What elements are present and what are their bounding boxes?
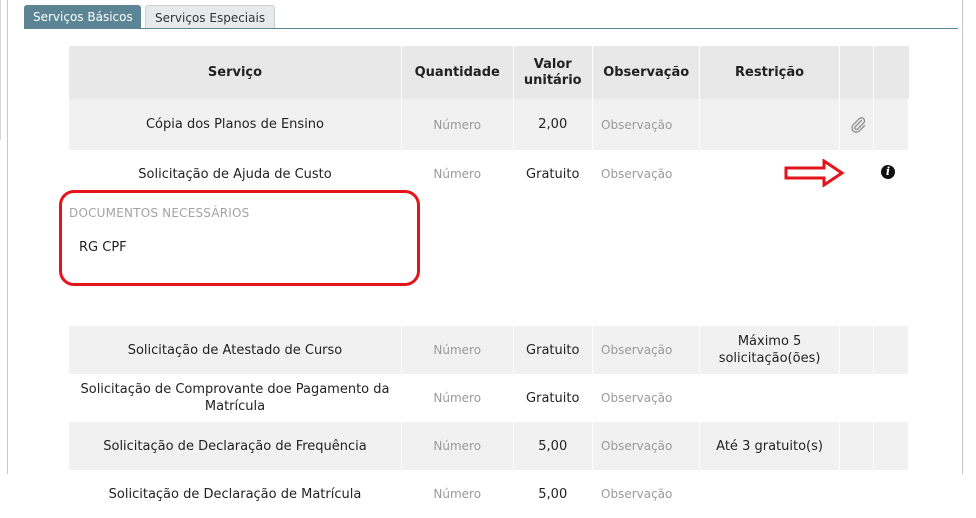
- unit-value: 5,00: [513, 422, 593, 470]
- action-cell: [873, 470, 910, 518]
- quantity-input[interactable]: Número: [401, 99, 514, 150]
- quantity-input[interactable]: Número: [401, 374, 514, 422]
- red-highlight-annotation: [59, 190, 420, 286]
- paperclip-icon[interactable]: [849, 115, 867, 133]
- restriction-line1: Máximo 5: [737, 334, 802, 349]
- unit-value: Gratuito: [513, 150, 593, 198]
- quantity-input[interactable]: Número: [401, 422, 514, 470]
- restriction: Até 3 gratuito(s): [699, 422, 840, 470]
- panel-right-border: [962, 0, 963, 474]
- unit-value: 2,00: [513, 99, 593, 150]
- table-row: Solicitação de Declaração de Frequência …: [69, 422, 910, 470]
- tab-servicos-especiais[interactable]: Serviços Especiais: [145, 5, 275, 29]
- action-cell: [873, 326, 910, 374]
- service-name: Solicitação de Declaração de Matrícula: [69, 470, 402, 518]
- header-servico: Serviço: [69, 46, 402, 99]
- attachment-cell: [839, 422, 874, 470]
- restriction: [699, 470, 840, 518]
- table-row: Cópia dos Planos de Ensino Número 2,00 O…: [69, 99, 910, 150]
- service-name: Solicitação de Declaração de Frequência: [69, 422, 402, 470]
- restriction: [699, 374, 840, 422]
- observation-input[interactable]: Observação: [592, 470, 701, 518]
- action-cell: [873, 374, 910, 422]
- attachment-cell: [839, 326, 874, 374]
- observation-input[interactable]: Observação: [592, 99, 701, 150]
- service-name-line2: Matrícula: [204, 399, 266, 414]
- header-valor-unitario: Valor unitário: [513, 46, 593, 99]
- observation-input[interactable]: Observação: [592, 422, 701, 470]
- panel-left-border: [7, 0, 8, 474]
- tab-underline: [24, 28, 958, 29]
- restriction-line2: solicitação(ões): [718, 351, 821, 366]
- quantity-input[interactable]: Número: [401, 150, 514, 198]
- attachment-cell: [839, 374, 874, 422]
- tab-servicos-basicos[interactable]: Serviços Básicos: [24, 5, 141, 29]
- observation-input[interactable]: Observação: [592, 326, 701, 374]
- service-name: Cópia dos Planos de Ensino: [69, 99, 402, 150]
- red-arrow-annotation: [784, 159, 845, 187]
- unit-value: Gratuito: [513, 374, 593, 422]
- header-observacao: Observação: [592, 46, 701, 99]
- unit-value: Gratuito: [513, 326, 593, 374]
- table-row: Solicitação de Comprovante doe Pagamento…: [69, 374, 910, 422]
- header-restricao: Restrição: [699, 46, 840, 99]
- quantity-input[interactable]: Número: [401, 470, 514, 518]
- table-row: Solicitação de Declaração de Matrícula N…: [69, 470, 910, 518]
- restriction: Máximo 5 solicitação(ões): [699, 326, 840, 374]
- observation-input[interactable]: Observação: [592, 374, 701, 422]
- service-name: Solicitação de Comprovante doe Pagamento…: [69, 374, 402, 422]
- observation-input[interactable]: Observação: [592, 150, 701, 198]
- window-edge: [0, 0, 1, 140]
- service-name-line1: Solicitação de Comprovante doe Pagamento…: [80, 382, 390, 397]
- header-valor-line1: Valor: [533, 56, 572, 72]
- table-header-row: Serviço Quantidade Valor unitário Observa…: [69, 46, 909, 99]
- attachment-cell: [839, 470, 874, 518]
- action-cell: [873, 422, 910, 470]
- service-tabs: Serviços Básicos Serviços Especiais: [24, 5, 275, 29]
- action-cell: [873, 99, 910, 150]
- restriction: [699, 99, 840, 150]
- header-empty-2: [873, 46, 909, 99]
- table-row: Solicitação de Atestado de Curso Número …: [69, 326, 910, 374]
- header-quantidade: Quantidade: [401, 46, 514, 99]
- unit-value: 5,00: [513, 470, 593, 518]
- header-empty-1: [839, 46, 874, 99]
- quantity-input[interactable]: Número: [401, 326, 514, 374]
- info-icon[interactable]: i: [881, 165, 895, 179]
- header-valor-line2: unitário: [523, 72, 582, 88]
- service-name: Solicitação de Atestado de Curso: [69, 326, 402, 374]
